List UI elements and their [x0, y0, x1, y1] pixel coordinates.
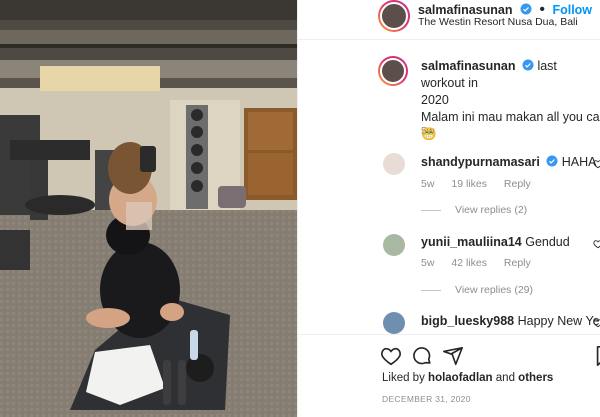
liked-by-prefix: Liked by — [382, 372, 425, 384]
heart-icon[interactable] — [380, 345, 402, 367]
caption-text-line2: 2020 — [421, 93, 449, 107]
author-username[interactable]: salmafinasunan — [418, 3, 512, 17]
liked-by-others[interactable]: others — [518, 372, 553, 384]
comment-text: HAHA — [561, 155, 596, 169]
comment: yunii_mauliina14 Gendud — [421, 234, 570, 251]
verified-icon — [520, 3, 532, 15]
post-actions: Liked by holaofadlan and others DECEMBER… — [298, 334, 600, 417]
post-panel: salmafinasunan • Follow The Westin Resor… — [297, 0, 600, 417]
bookmark-icon[interactable] — [593, 345, 600, 367]
comment-meta: 5w 19 likes Reply — [421, 178, 545, 190]
replies-divider — [421, 289, 441, 291]
comment-like-heart-icon[interactable] — [593, 318, 600, 328]
view-replies-label: View replies (2) — [455, 204, 528, 216]
caption-username[interactable]: salmafinasunan — [421, 59, 515, 73]
post-location[interactable]: The Westin Resort Nusa Dua, Bali — [418, 16, 578, 28]
verified-icon — [546, 155, 558, 167]
caption-text-line3: Malam ini mau makan all you can eat — [421, 110, 600, 124]
liked-by-and: and — [495, 372, 515, 384]
reply-button[interactable]: Reply — [504, 257, 531, 269]
comment-icon[interactable] — [411, 345, 433, 367]
comment-like-heart-icon[interactable] — [593, 239, 600, 249]
author-avatar[interactable] — [378, 0, 410, 32]
caption: salmafinasunan last workout in 2020 Mala… — [421, 58, 600, 143]
post-date[interactable]: DECEMBER 31, 2020 — [382, 394, 471, 404]
liked-by-user[interactable]: holaofadlan — [428, 372, 493, 384]
follow-button[interactable]: Follow — [552, 3, 592, 17]
comment-time[interactable]: 5w — [421, 257, 434, 269]
post-header: salmafinasunan • Follow The Westin Resor… — [298, 0, 600, 40]
comment-text: Happy New Year, — [517, 314, 600, 328]
view-replies-button[interactable]: View replies (29) — [421, 284, 533, 296]
liked-by: Liked by holaofadlan and others — [382, 372, 553, 384]
share-icon[interactable] — [442, 345, 464, 367]
comment-likes[interactable]: 42 likes — [451, 257, 487, 269]
comment-time[interactable]: 5w — [421, 178, 434, 190]
comment-avatar[interactable] — [383, 312, 405, 334]
comment-avatar[interactable] — [383, 234, 405, 256]
view-replies-button[interactable]: View replies (2) — [421, 204, 527, 216]
comment-username[interactable]: bigb_luesky988 — [421, 314, 514, 328]
replies-divider — [421, 209, 441, 211]
caption-avatar[interactable] — [378, 56, 408, 86]
comment-avatar[interactable] — [383, 153, 405, 175]
reply-button[interactable]: Reply — [504, 178, 531, 190]
comment-meta: 5w 42 likes Reply — [421, 257, 545, 269]
view-replies-label: View replies (29) — [455, 284, 534, 296]
verified-icon — [522, 59, 534, 71]
caption-time[interactable]: 5w — [421, 125, 434, 137]
comment-username[interactable]: shandypurnamasari — [421, 155, 540, 169]
comment: shandypurnamasari HAHA 😊 — [421, 154, 600, 171]
comment: bigb_luesky988 Happy New Year, — [421, 313, 600, 330]
post-photo — [0, 0, 297, 417]
comment-likes[interactable]: 19 likes — [451, 178, 487, 190]
comment-username[interactable]: yunii_mauliina14 — [421, 235, 522, 249]
comment-like-heart-icon[interactable] — [593, 159, 600, 169]
comment-text: Gendud — [525, 235, 570, 249]
